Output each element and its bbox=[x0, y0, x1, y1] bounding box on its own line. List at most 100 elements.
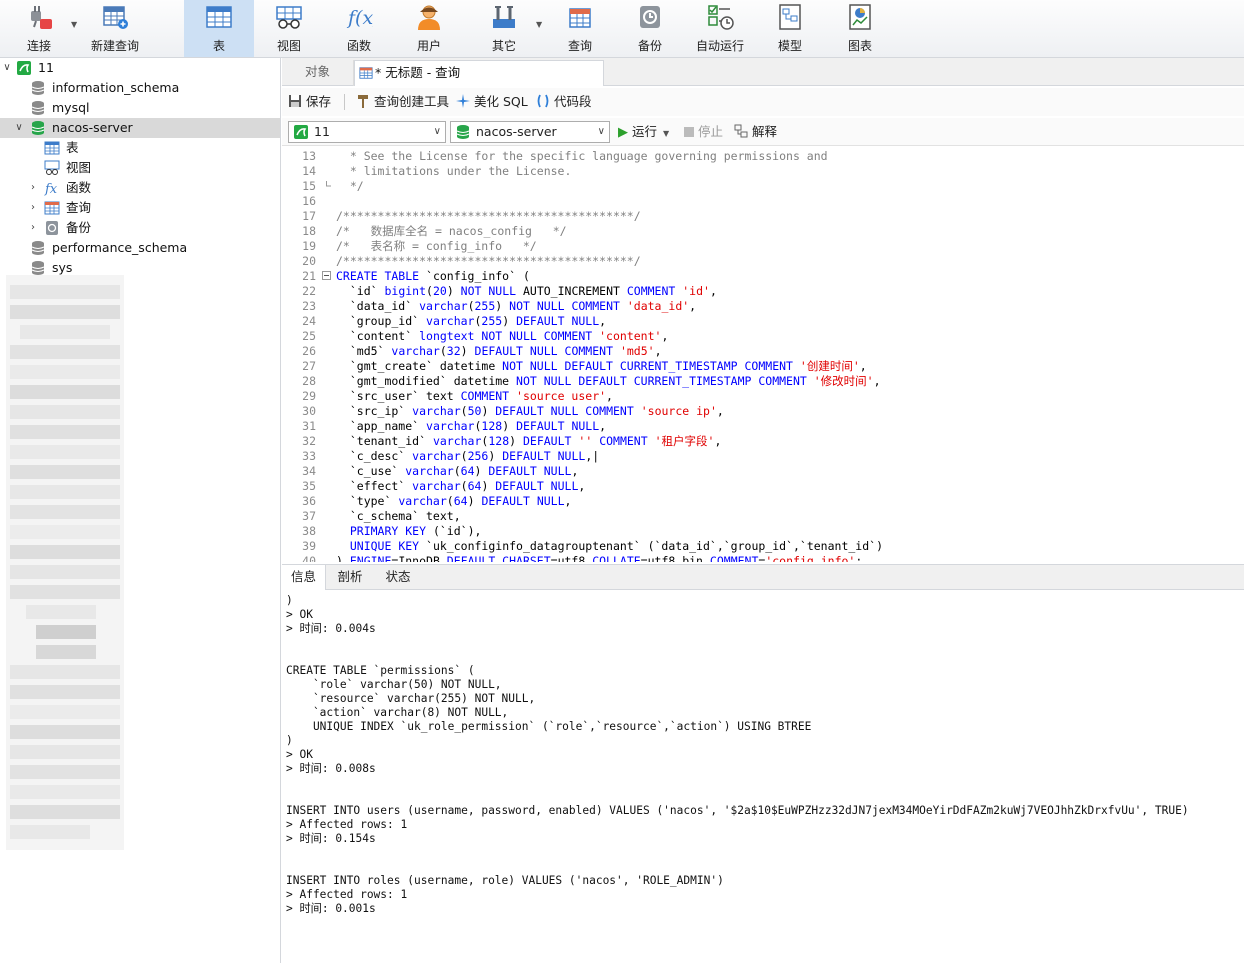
line-number: 29 bbox=[302, 389, 316, 403]
connection-icon bbox=[17, 61, 31, 75]
line-number: 13 bbox=[302, 149, 316, 163]
connect-dropdown-icon[interactable]: ▼ bbox=[71, 20, 77, 29]
code-line: `gmt_modified` datetime NOT NULL DEFAULT… bbox=[336, 374, 881, 388]
connection-name: 11 bbox=[38, 60, 54, 75]
tree-item-label: 备份 bbox=[66, 220, 92, 235]
model-button[interactable]: 模型 bbox=[757, 0, 823, 57]
message-line: `role` varchar(50) NOT NULL, bbox=[286, 678, 502, 691]
tree-item-queries[interactable]: › 查询 bbox=[0, 198, 280, 218]
expand-toggle-icon[interactable]: › bbox=[28, 198, 38, 218]
fold-collapse-icon[interactable] bbox=[322, 271, 331, 280]
line-number: 34 bbox=[302, 464, 316, 478]
message-line: `resource` varchar(255) NOT NULL, bbox=[286, 692, 536, 705]
user-button[interactable]: 用户 bbox=[396, 0, 462, 57]
query-builder-button[interactable]: 查询创建工具 bbox=[356, 93, 449, 111]
code-line: `content` longtext NOT NULL COMMENT 'con… bbox=[336, 329, 669, 343]
stop-button[interactable]: 停止 bbox=[684, 122, 723, 142]
save-label: 保存 bbox=[306, 94, 332, 109]
sql-editor[interactable]: 13 * See the License for the specific la… bbox=[282, 148, 1244, 562]
code-line: `effect` varchar(64) DEFAULT NULL, bbox=[336, 479, 586, 493]
tree-db-mysql[interactable]: mysql bbox=[0, 98, 280, 118]
auto-run-label: 自动运行 bbox=[695, 39, 744, 53]
code-line: */ bbox=[336, 179, 364, 193]
expand-toggle-icon[interactable]: ∨ bbox=[14, 118, 24, 138]
line-number: 20 bbox=[302, 254, 316, 268]
redacted-region bbox=[6, 275, 124, 850]
line-number: 36 bbox=[302, 494, 316, 508]
other-dropdown-icon[interactable]: ▼ bbox=[536, 20, 542, 29]
table-button[interactable]: 表 bbox=[184, 0, 254, 57]
message-line: > 时间: 0.004s bbox=[286, 622, 376, 635]
connect-button[interactable]: 连接 bbox=[6, 0, 72, 57]
backup-button[interactable]: 备份 bbox=[617, 0, 683, 57]
query-icon bbox=[359, 67, 373, 79]
code-line: `tenant_id` varchar(128) DEFAULT '' COMM… bbox=[336, 434, 722, 448]
connection-select[interactable]: 11 ∨ bbox=[288, 121, 446, 143]
line-number: 37 bbox=[302, 509, 316, 523]
new-query-label: 新建查询 bbox=[90, 39, 139, 53]
tab-objects[interactable]: 对象 bbox=[282, 60, 354, 86]
tree-connection[interactable]: ∨ 11 bbox=[0, 58, 280, 78]
beautify-sql-button[interactable]: 美化 SQL bbox=[456, 93, 528, 111]
tree-db-nacos-server[interactable]: ∨ nacos-server bbox=[0, 118, 280, 138]
stop-icon bbox=[684, 127, 694, 137]
view-button[interactable]: 视图 bbox=[256, 0, 322, 57]
message-line: > Affected rows: 1 bbox=[286, 818, 408, 831]
connection-selector-bar: 11 ∨ nacos-server ∨ ▶ 运行 ▼ 停止 解释 bbox=[282, 118, 1244, 146]
tree-item-tables[interactable]: 表 bbox=[0, 138, 280, 158]
editor-toolbar: 保存 查询创建工具 美化 SQL 代码段 bbox=[282, 88, 1244, 116]
tree-db-performance-schema[interactable]: performance_schema bbox=[0, 238, 280, 258]
query-icon bbox=[569, 8, 591, 28]
tab-status[interactable]: 状态 bbox=[376, 565, 420, 590]
tab-profile[interactable]: 剖析 bbox=[328, 565, 372, 590]
tab-message[interactable]: 信息 bbox=[282, 565, 326, 590]
query-button[interactable]: 查询 bbox=[547, 0, 613, 57]
connect-label: 连接 bbox=[26, 39, 51, 53]
view-icon bbox=[276, 6, 302, 29]
function-button[interactable]: f(x) 函数 bbox=[326, 0, 392, 57]
tab-query-label: * 无标题 - 查询 bbox=[375, 65, 461, 80]
line-number: 27 bbox=[302, 359, 316, 373]
code-line: `id` bigint(20) NOT NULL AUTO_INCREMENT … bbox=[336, 284, 717, 298]
tools-icon bbox=[493, 6, 515, 28]
message-line: ) bbox=[286, 594, 293, 607]
code-line: `c_desc` varchar(256) DEFAULT NULL,| bbox=[336, 449, 600, 463]
line-number: 40 bbox=[302, 554, 316, 562]
tab-query[interactable]: * 无标题 - 查询 bbox=[354, 60, 604, 86]
expand-toggle-icon[interactable]: ∨ bbox=[2, 58, 12, 78]
code-line: * limitations under the License. bbox=[336, 164, 572, 178]
snippet-button[interactable]: 代码段 bbox=[536, 93, 592, 111]
code-line: `md5` varchar(32) DEFAULT NULL COMMENT '… bbox=[336, 344, 662, 358]
auto-run-button[interactable]: 自动运行 bbox=[687, 0, 753, 57]
expand-toggle-icon[interactable]: › bbox=[28, 218, 38, 238]
run-button[interactable]: ▶ 运行 ▼ bbox=[618, 122, 669, 142]
line-number: 17 bbox=[302, 209, 316, 223]
user-label: 用户 bbox=[416, 39, 441, 53]
tree-item-views[interactable]: 视图 bbox=[0, 158, 280, 178]
tree-db-information-schema[interactable]: information_schema bbox=[0, 78, 280, 98]
tree-item-functions[interactable]: › fx 函数 bbox=[0, 178, 280, 198]
query-label: 查询 bbox=[567, 39, 592, 53]
snippet-label: 代码段 bbox=[554, 94, 592, 109]
expand-toggle-icon[interactable]: › bbox=[28, 178, 38, 198]
code-line: PRIMARY KEY (`id`), bbox=[349, 524, 482, 538]
brackets-icon bbox=[537, 94, 549, 108]
play-icon: ▶ bbox=[618, 125, 628, 140]
tree-item-label: 查询 bbox=[66, 200, 92, 215]
chart-button[interactable]: 图表 bbox=[827, 0, 893, 57]
line-number: 33 bbox=[302, 449, 316, 463]
new-query-button[interactable]: 新建查询 bbox=[82, 0, 148, 57]
database-select[interactable]: nacos-server ∨ bbox=[450, 121, 610, 143]
explain-button[interactable]: 解释 bbox=[734, 122, 777, 142]
query-icon bbox=[44, 201, 60, 215]
function-label: 函数 bbox=[346, 39, 371, 53]
tree-item-backups[interactable]: › 备份 bbox=[0, 218, 280, 238]
message-line: INSERT INTO users (username, password, e… bbox=[286, 804, 1189, 817]
message-line: UNIQUE INDEX `uk_role_permission` (`role… bbox=[286, 720, 812, 733]
database-name: information_schema bbox=[52, 80, 180, 95]
code-line: `c_use` varchar(64) DEFAULT NULL, bbox=[336, 464, 579, 478]
beautify-sql-label: 美化 SQL bbox=[474, 94, 528, 109]
run-dropdown-icon[interactable]: ▼ bbox=[663, 129, 669, 138]
other-button[interactable]: 其它 bbox=[471, 0, 537, 57]
save-button[interactable]: 保存 bbox=[288, 93, 331, 111]
